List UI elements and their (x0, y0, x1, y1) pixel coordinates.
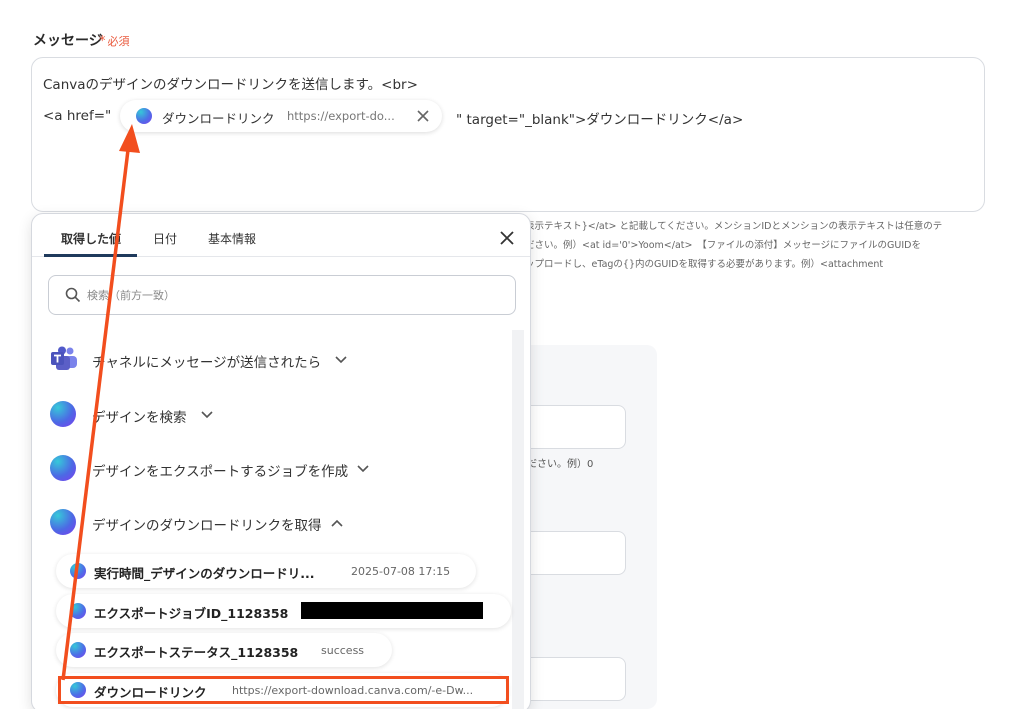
redacted-value (301, 602, 483, 619)
inserted-variable-chip[interactable]: ダウンロードリンク https://export-do... (120, 100, 442, 132)
help-line: ップロードし、eTagの{}内のGUIDを取得する必要があります。例）<atta… (525, 259, 884, 270)
picker-tabs: 取得した値 日付 基本情報 (32, 214, 530, 257)
chevron-up-icon (331, 519, 343, 527)
search-input[interactable] (87, 285, 487, 305)
chevron-down-icon (201, 411, 213, 419)
group-label: デザインのダウンロードリンクを取得 (92, 518, 322, 534)
help-line: ださい。例）<at id='0'>Yoom</at> 【ファイルの添付】メッセー… (525, 240, 921, 251)
scrollbar[interactable] (512, 330, 524, 709)
variable-picker-popup: 取得した値 日付 基本情報 チャネルにメッセージが送信されたら デザインを検索 (31, 213, 531, 709)
anchor-suffix-text: " target="_blank">ダウンロードリンク</a> (456, 112, 744, 128)
close-icon[interactable] (498, 229, 516, 247)
canva-icon (50, 401, 76, 427)
item-value: 2025-07-08 17:15 (351, 565, 451, 578)
background-help-text: ださい。例）0 (527, 459, 594, 470)
canva-icon (50, 455, 76, 481)
group-teams-channel-message[interactable]: チャネルにメッセージが送信されたら (50, 344, 350, 374)
anchor-prefix-text: <a href=" (43, 108, 112, 124)
group-label: チャネルにメッセージが送信されたら (92, 355, 322, 371)
tab-date[interactable]: 日付 (153, 230, 177, 247)
tab-basic-info[interactable]: 基本情報 (208, 230, 256, 247)
list-item[interactable]: 実行時間_デザインのダウンロードリ... 2025-07-08 17:15 (56, 554, 476, 588)
item-label: 実行時間_デザインのダウンロードリ... (94, 566, 315, 581)
search-box (48, 275, 516, 315)
chevron-down-icon (357, 465, 369, 473)
editor-line-1: Canvaのデザインのダウンロードリンクを送信します。<br> (43, 77, 418, 93)
canva-icon (136, 108, 152, 124)
canva-icon (70, 603, 86, 619)
group-create-export-job[interactable]: デザインをエクスポートするジョブを作成 (50, 453, 380, 483)
chip-value: https://export-do... (287, 109, 395, 123)
required-badge: * 必須 (99, 33, 130, 49)
item-label: エクスポートジョブID_1128358 (94, 606, 289, 621)
group-label: デザインをエクスポートするジョブを作成 (92, 464, 349, 480)
item-value: success (321, 644, 365, 657)
message-field-label: メッセージ (33, 33, 103, 49)
teams-icon (51, 346, 77, 370)
active-tab-indicator (44, 254, 137, 257)
tab-retrieved-values[interactable]: 取得した値 (61, 230, 121, 247)
help-line: 表示テキスト}</at> と記載してください。メンションIDとメンションの表示テ… (525, 221, 943, 232)
item-label: エクスポートステータス_1128358 (94, 645, 299, 660)
group-search-design[interactable]: デザインを検索 (50, 399, 250, 429)
chevron-down-icon (335, 356, 347, 364)
search-icon (65, 287, 81, 303)
asterisk-icon: * (99, 34, 106, 49)
canva-icon (70, 642, 86, 658)
group-get-download-link[interactable]: デザインのダウンロードリンクを取得 (50, 507, 360, 537)
chip-label: ダウンロードリンク (162, 111, 275, 126)
required-text: 必須 (107, 35, 130, 48)
annotation-highlight-box (58, 676, 509, 704)
field-help-text: 表示テキスト}</at> と記載してください。メンションIDとメンションの表示テ… (525, 217, 995, 274)
canva-icon (50, 509, 76, 535)
message-editor[interactable]: Canvaのデザインのダウンロードリンクを送信します。<br> <a href=… (31, 57, 985, 212)
group-label: デザインを検索 (92, 410, 187, 426)
list-item[interactable]: エクスポートステータス_1128358 success (56, 633, 392, 667)
remove-chip-icon[interactable] (416, 109, 430, 123)
list-item[interactable]: エクスポートジョブID_1128358 (56, 594, 511, 628)
canva-icon (70, 563, 86, 579)
